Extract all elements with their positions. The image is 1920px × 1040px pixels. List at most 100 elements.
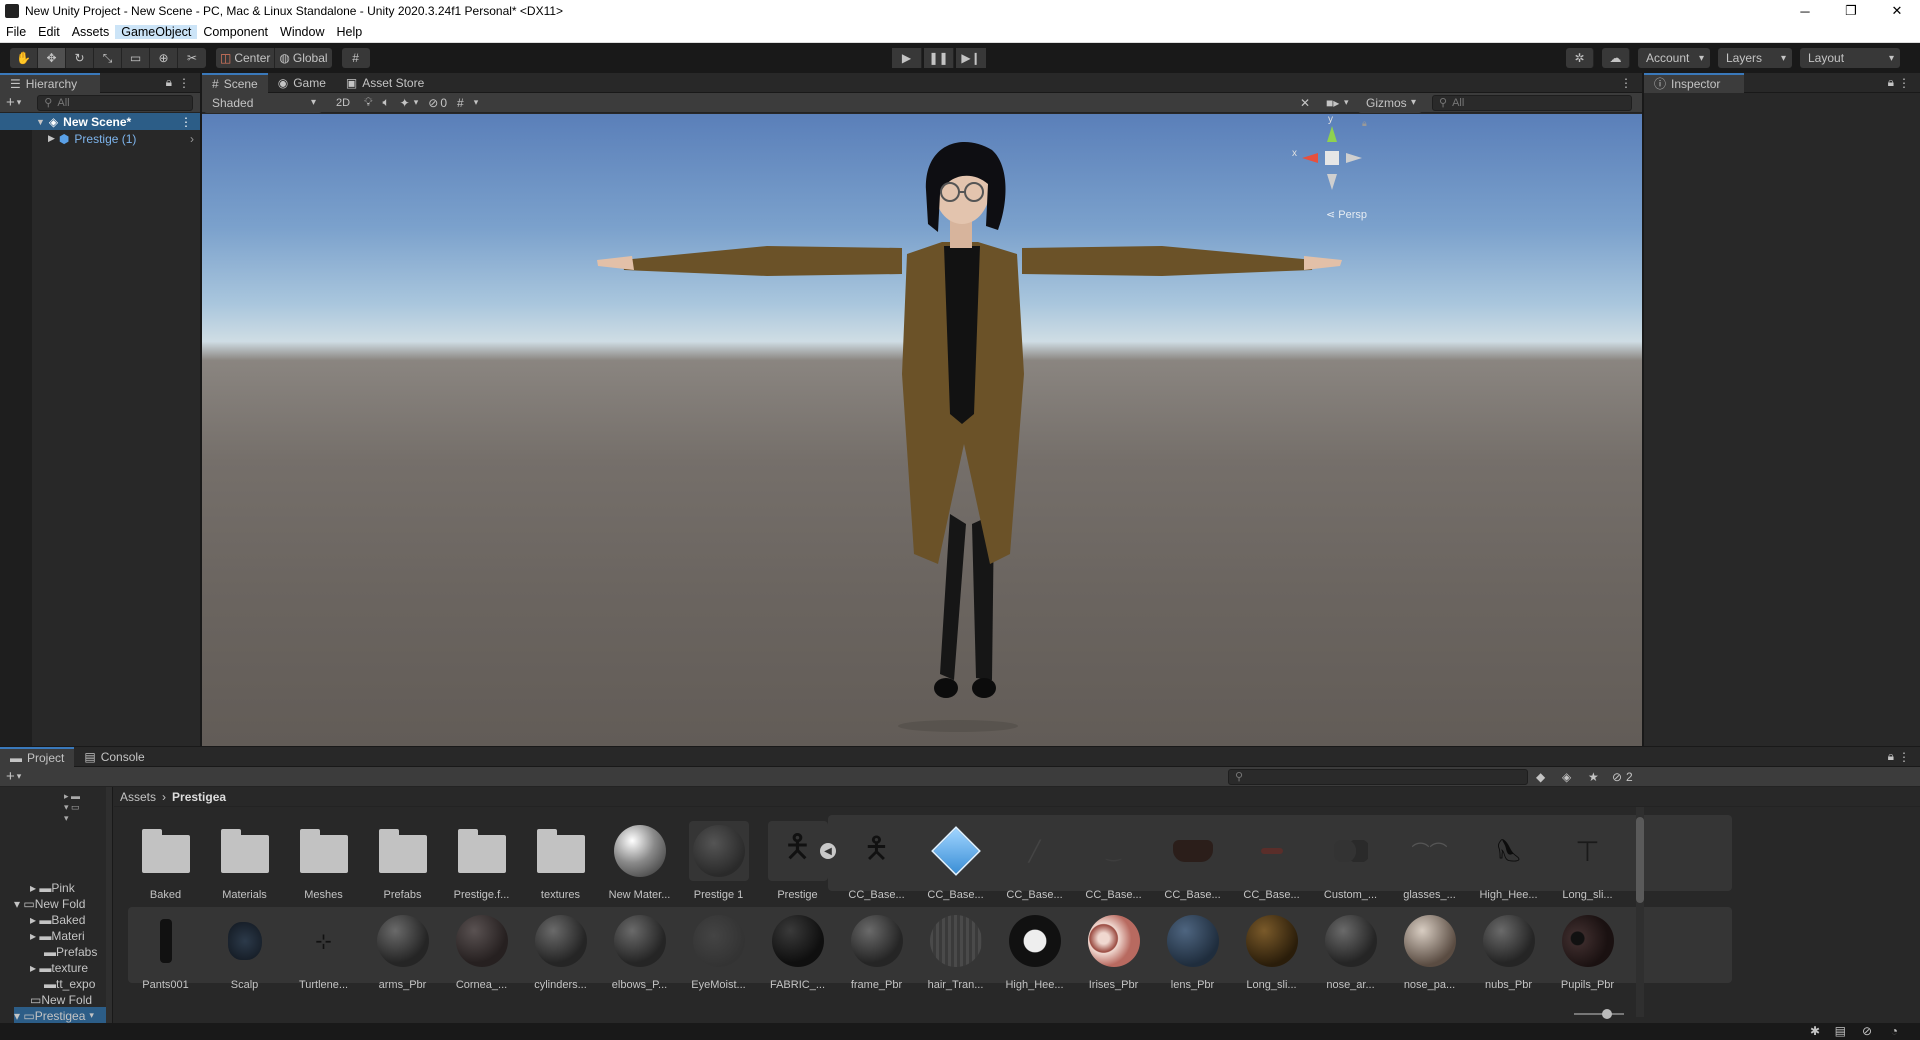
- asset-item[interactable]: Prestige 1: [679, 821, 758, 901]
- asset-item[interactable]: elbows_P...: [600, 911, 679, 991]
- collab-icon[interactable]: ✲: [1566, 48, 1594, 68]
- cloud-icon[interactable]: ☁: [1602, 48, 1630, 68]
- move-tool-icon[interactable]: ✥: [38, 48, 66, 68]
- asset-item[interactable]: Scalp: [205, 911, 284, 991]
- menu-component[interactable]: Component: [197, 25, 274, 39]
- asset-item[interactable]: EyeMoist...: [679, 911, 758, 991]
- open-prefab-icon[interactable]: ›: [190, 132, 194, 146]
- asset-item[interactable]: Cornea_...: [442, 911, 521, 991]
- step-icon[interactable]: ▶❙: [956, 48, 986, 68]
- asset-item[interactable]: Custom_...: [1311, 821, 1390, 901]
- collapse-arrow-icon[interactable]: ▶: [48, 133, 55, 144]
- asset-item[interactable]: Pupils_Pbr: [1548, 911, 1627, 991]
- asset-item[interactable]: High_Hee...: [995, 911, 1074, 991]
- asset-item[interactable]: ‿ CC_Base...: [1074, 821, 1153, 902]
- custom-tool-icon[interactable]: ✂: [178, 48, 206, 68]
- pivot-global-button[interactable]: ◍ Global: [275, 48, 331, 68]
- breadcrumb-root[interactable]: Assets: [120, 790, 156, 804]
- tree-row-scene[interactable]: ▼ ◈ New Scene* ⋮: [0, 113, 200, 130]
- asset-item[interactable]: hair_Tran...: [916, 911, 995, 991]
- lighting-toggle-icon[interactable]: 💡︎: [364, 95, 372, 110]
- hierarchy-search-input[interactable]: ⚲ All: [37, 94, 194, 111]
- hidden-packages-icon[interactable]: ⊘: [1612, 770, 1622, 784]
- asset-item[interactable]: CC_Base...: [916, 821, 995, 901]
- tab-inspector[interactable]: ⓘ Inspector: [1644, 72, 1744, 93]
- scene-search-input[interactable]: ⚲ All: [1432, 94, 1632, 111]
- tab-project[interactable]: ▬ Project: [0, 746, 75, 767]
- grid-snap-icon[interactable]: #: [342, 48, 370, 68]
- cache-server-icon[interactable]: ▤: [1835, 1024, 1846, 1038]
- asset-item[interactable]: Meshes: [284, 821, 363, 901]
- asset-item[interactable]: cylinders...: [521, 911, 600, 991]
- tab-game[interactable]: ◉ Game: [268, 73, 336, 93]
- menu-help[interactable]: Help: [330, 25, 368, 39]
- thumbnail-size-slider[interactable]: [1574, 1009, 1624, 1019]
- chevron-down-icon[interactable]: ▾: [17, 97, 22, 108]
- layers-dropdown[interactable]: Layers: [1718, 48, 1792, 68]
- maximize-button[interactable]: ❐: [1828, 0, 1874, 22]
- lock-icon[interactable]: 🔒︎: [166, 75, 172, 90]
- pause-icon[interactable]: ❚❚: [924, 48, 954, 68]
- tree-item-textures[interactable]: ▸ ▬ texture: [30, 959, 88, 976]
- asset-item[interactable]: Baked: [126, 821, 205, 901]
- project-create-chevron-icon[interactable]: ▾: [17, 771, 22, 782]
- asset-item[interactable]: FABRIC_...: [758, 911, 837, 991]
- asset-item[interactable]: CC_Base...: [1232, 821, 1311, 901]
- scene-menu-icon[interactable]: ⋮: [180, 115, 192, 129]
- minimize-button[interactable]: ─: [1782, 0, 1828, 22]
- asset-item[interactable]: nose_ar...: [1311, 911, 1390, 991]
- persp-label[interactable]: ⋖ Persp: [1326, 208, 1367, 221]
- slider-thumb[interactable]: [1602, 1009, 1612, 1019]
- hidden-objects-icon[interactable]: ⊘: [428, 96, 438, 110]
- grid-chevron-down-icon[interactable]: ▾: [474, 97, 479, 108]
- inspector-more-icon[interactable]: ⋮: [1898, 76, 1910, 90]
- asset-item[interactable]: ⌒⌒ glasses_...: [1390, 821, 1469, 901]
- asset-item[interactable]: Prefabs: [363, 821, 442, 901]
- tree-item-prestigea[interactable]: ▾ ▭ Prestigea ▾: [14, 1007, 106, 1024]
- gizmos-dropdown[interactable]: Gizmos: [1358, 92, 1422, 113]
- rotate-tool-icon[interactable]: ↻: [66, 48, 94, 68]
- orientation-gizmo[interactable]: y x 🔒︎: [1292, 114, 1372, 198]
- tree-item-materials[interactable]: ▸ ▬ Materi: [30, 927, 85, 944]
- tree-row-prestige[interactable]: ▶ ⬢ Prestige (1) ›: [0, 130, 200, 147]
- debug-mode-icon[interactable]: ⊘: [1862, 1024, 1872, 1038]
- tab-hierarchy[interactable]: ☰ Hierarchy: [0, 72, 100, 93]
- asset-item[interactable]: frame_Pbr: [837, 911, 916, 991]
- asset-item[interactable]: 🯅︎ CC_Base...: [837, 821, 916, 902]
- asset-item[interactable]: 👠︎ High_Hee...: [1469, 821, 1548, 901]
- scrollbar-thumb[interactable]: [1636, 817, 1644, 903]
- menu-assets[interactable]: Assets: [66, 25, 116, 39]
- asset-item[interactable]: ⊤ Long_sli...: [1548, 821, 1627, 902]
- project-search-input[interactable]: ⚲: [1228, 768, 1528, 785]
- asset-item[interactable]: textures: [521, 821, 600, 901]
- grid-toggle-icon[interactable]: #: [457, 96, 464, 110]
- close-button[interactable]: ✕: [1874, 0, 1920, 22]
- tab-scene[interactable]: # Scene: [202, 72, 268, 93]
- play-icon[interactable]: ▶: [892, 48, 922, 68]
- audio-toggle-icon[interactable]: 🔈︎: [382, 95, 389, 110]
- shading-mode-dropdown[interactable]: Shaded: [204, 92, 322, 113]
- breadcrumb-current[interactable]: Prestigea: [172, 790, 226, 804]
- asset-item[interactable]: ╱ CC_Base...: [995, 821, 1074, 902]
- auto-generate-lighting-icon[interactable]: ✱: [1810, 1024, 1820, 1038]
- filter-type-icon[interactable]: ◆: [1536, 770, 1545, 784]
- hand-tool-icon[interactable]: ✋: [10, 48, 38, 68]
- asset-item[interactable]: CC_Base...: [1153, 821, 1232, 901]
- tools-icon[interactable]: ✕: [1300, 96, 1310, 110]
- collapse-prefab-icon[interactable]: ◀: [820, 843, 836, 859]
- camera-icon[interactable]: ■▸: [1326, 96, 1339, 110]
- layout-dropdown[interactable]: Layout: [1800, 48, 1900, 68]
- asset-item[interactable]: Prestige.f...: [442, 821, 521, 901]
- gizmo-lock-icon[interactable]: 🔒︎: [1362, 118, 1367, 129]
- tab-console[interactable]: ▤ Console: [74, 747, 154, 767]
- project-create-button[interactable]: +: [6, 768, 15, 785]
- rect-tool-icon[interactable]: ▭: [122, 48, 150, 68]
- effects-toggle-icon[interactable]: ✦: [400, 96, 410, 110]
- inspector-lock-icon[interactable]: 🔒︎: [1888, 75, 1894, 90]
- asset-item[interactable]: lens_Pbr: [1153, 911, 1232, 991]
- account-dropdown[interactable]: Account: [1638, 48, 1710, 68]
- camera-chevron-down-icon[interactable]: ▾: [1344, 97, 1349, 108]
- scale-tool-icon[interactable]: ⤡: [94, 48, 122, 68]
- asset-item[interactable]: Materials: [205, 821, 284, 901]
- asset-item[interactable]: New Mater...: [600, 821, 679, 901]
